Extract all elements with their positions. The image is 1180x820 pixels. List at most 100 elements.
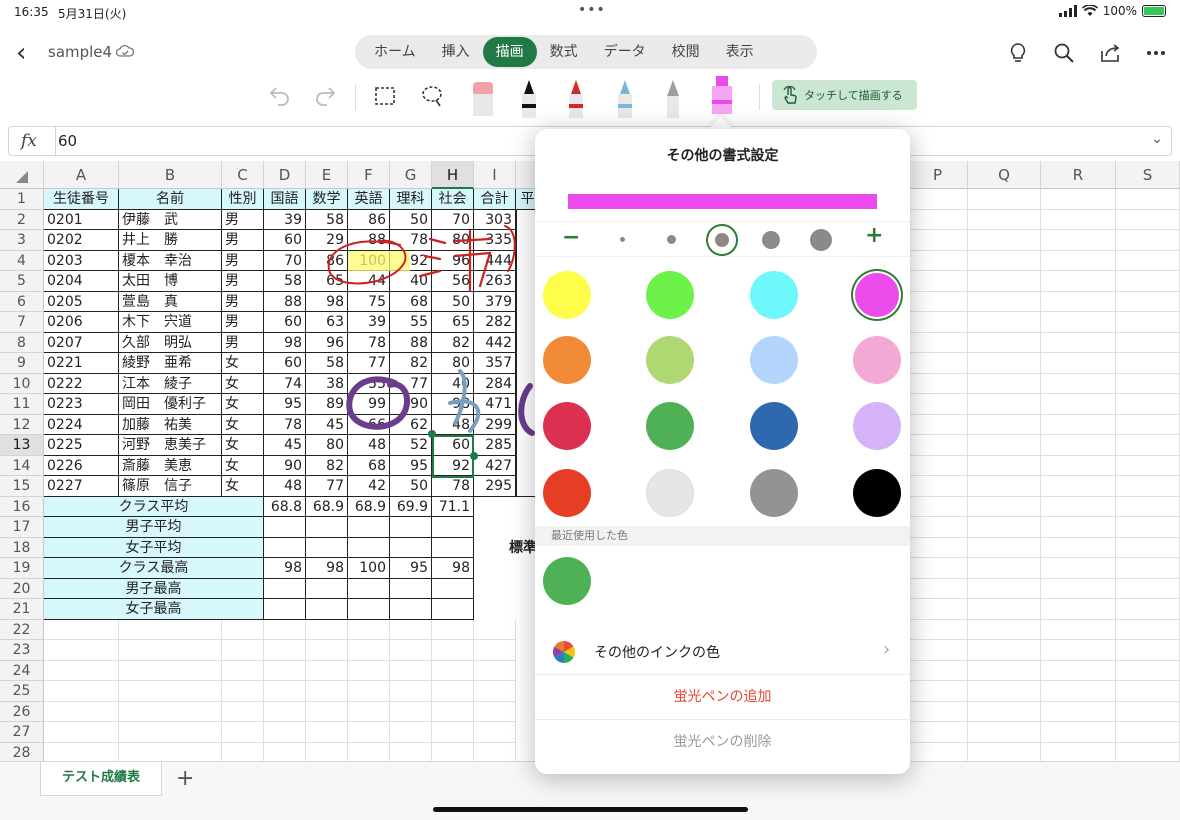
empty-cell[interactable] <box>348 640 390 661</box>
empty-cell[interactable] <box>1116 230 1180 251</box>
data-cell[interactable]: 木下 宍道 <box>119 312 222 333</box>
black-pen-icon[interactable] <box>514 78 544 118</box>
empty-cell[interactable] <box>908 537 968 558</box>
column-header[interactable]: A <box>44 161 119 189</box>
empty-cell[interactable] <box>1116 291 1180 312</box>
empty-cell[interactable] <box>908 476 968 497</box>
row-header[interactable]: 22 <box>0 619 44 640</box>
data-cell[interactable]: 女 <box>222 353 264 374</box>
summary-label-cell[interactable]: 女子平均 <box>44 537 264 558</box>
data-cell[interactable]: 58 <box>306 209 348 230</box>
empty-cell[interactable] <box>1116 599 1180 620</box>
data-cell[interactable]: 斎藤 美恵 <box>119 455 222 476</box>
table-header-cell[interactable]: 合計 <box>474 189 516 210</box>
undo-icon[interactable] <box>268 84 292 106</box>
data-cell[interactable]: 80 <box>432 230 474 251</box>
data-cell[interactable]: 男 <box>222 332 264 353</box>
data-cell[interactable]: 77 <box>348 353 390 374</box>
empty-cell[interactable] <box>1116 250 1180 271</box>
data-cell[interactable]: 0221 <box>44 353 119 374</box>
empty-cell[interactable] <box>968 373 1041 394</box>
empty-cell[interactable] <box>968 189 1041 210</box>
data-cell[interactable]: 82 <box>390 353 432 374</box>
empty-cell[interactable] <box>390 681 432 702</box>
empty-cell[interactable] <box>908 496 968 517</box>
empty-cell[interactable] <box>1116 373 1180 394</box>
data-cell[interactable]: 40 <box>390 271 432 292</box>
empty-cell[interactable] <box>119 640 222 661</box>
empty-cell[interactable] <box>1041 599 1116 620</box>
empty-cell[interactable] <box>1041 537 1116 558</box>
thickness-minus-button[interactable]: − <box>562 225 580 250</box>
data-cell[interactable]: 太田 博 <box>119 271 222 292</box>
color-swatch[interactable] <box>543 336 591 384</box>
data-cell[interactable]: 78 <box>348 332 390 353</box>
summary-value-cell[interactable] <box>348 578 390 599</box>
empty-cell[interactable] <box>306 640 348 661</box>
empty-cell[interactable] <box>119 722 222 743</box>
empty-cell[interactable] <box>44 742 119 761</box>
empty-cell[interactable] <box>474 640 516 661</box>
empty-cell[interactable] <box>968 640 1041 661</box>
empty-cell[interactable] <box>432 701 474 722</box>
summary-value-cell[interactable]: 68.9 <box>348 496 390 517</box>
empty-cell[interactable] <box>968 271 1041 292</box>
empty-cell[interactable] <box>390 619 432 640</box>
thickness-1[interactable] <box>620 237 625 242</box>
select-all-corner[interactable] <box>0 161 44 189</box>
summary-value-cell[interactable]: 100 <box>348 558 390 579</box>
column-header[interactable]: H <box>432 161 474 189</box>
data-cell[interactable]: 萱島 真 <box>119 291 222 312</box>
empty-cell[interactable] <box>908 578 968 599</box>
table-header-cell[interactable]: 国語 <box>264 189 306 210</box>
empty-cell[interactable] <box>306 701 348 722</box>
data-cell[interactable]: 99 <box>348 394 390 415</box>
summary-value-cell[interactable]: 95 <box>390 558 432 579</box>
empty-cell[interactable] <box>1041 189 1116 210</box>
data-cell[interactable]: 0207 <box>44 332 119 353</box>
data-cell[interactable]: 55 <box>390 312 432 333</box>
empty-cell[interactable] <box>348 619 390 640</box>
empty-cell[interactable] <box>908 414 968 435</box>
empty-cell[interactable] <box>1041 312 1116 333</box>
data-cell[interactable]: 綾野 亜希 <box>119 353 222 374</box>
data-cell[interactable]: 77 <box>390 373 432 394</box>
empty-cell[interactable] <box>1116 312 1180 333</box>
tab-insert[interactable]: 挿入 <box>429 37 483 67</box>
column-header[interactable]: Q <box>968 161 1041 189</box>
data-cell[interactable]: 男 <box>222 250 264 271</box>
data-cell[interactable]: 伊藤 武 <box>119 209 222 230</box>
empty-cell[interactable] <box>306 619 348 640</box>
data-cell[interactable]: 68 <box>390 291 432 312</box>
empty-cell[interactable] <box>119 660 222 681</box>
data-cell[interactable]: 58 <box>306 353 348 374</box>
row-header[interactable]: 25 <box>0 681 44 702</box>
data-cell[interactable]: 63 <box>306 312 348 333</box>
table-header-cell[interactable]: 理科 <box>390 189 432 210</box>
empty-cell[interactable] <box>1116 722 1180 743</box>
more-options-icon[interactable] <box>1145 42 1167 64</box>
row-header[interactable]: 27 <box>0 722 44 743</box>
empty-cell[interactable] <box>908 250 968 271</box>
empty-cell[interactable] <box>390 701 432 722</box>
empty-cell[interactable] <box>1041 722 1116 743</box>
summary-value-cell[interactable]: 71.1 <box>432 496 474 517</box>
color-swatch[interactable] <box>543 271 591 319</box>
color-swatch[interactable] <box>646 336 694 384</box>
row-header[interactable]: 28 <box>0 742 44 761</box>
multitask-dots-icon[interactable]: ••• <box>578 2 606 18</box>
data-cell[interactable]: 38 <box>306 373 348 394</box>
data-cell[interactable]: 357 <box>474 353 516 374</box>
data-cell[interactable]: 39 <box>348 312 390 333</box>
fx-icon[interactable]: fx <box>21 131 37 151</box>
empty-cell[interactable] <box>1041 291 1116 312</box>
data-cell[interactable]: 女 <box>222 476 264 497</box>
color-swatch[interactable] <box>853 336 901 384</box>
data-cell[interactable]: 62 <box>390 414 432 435</box>
empty-cell[interactable] <box>1116 394 1180 415</box>
data-cell[interactable]: 77 <box>306 476 348 497</box>
empty-cell[interactable] <box>222 640 264 661</box>
table-header-cell[interactable]: 性別 <box>222 189 264 210</box>
empty-cell[interactable] <box>44 681 119 702</box>
row-header[interactable]: 15 <box>0 476 44 497</box>
